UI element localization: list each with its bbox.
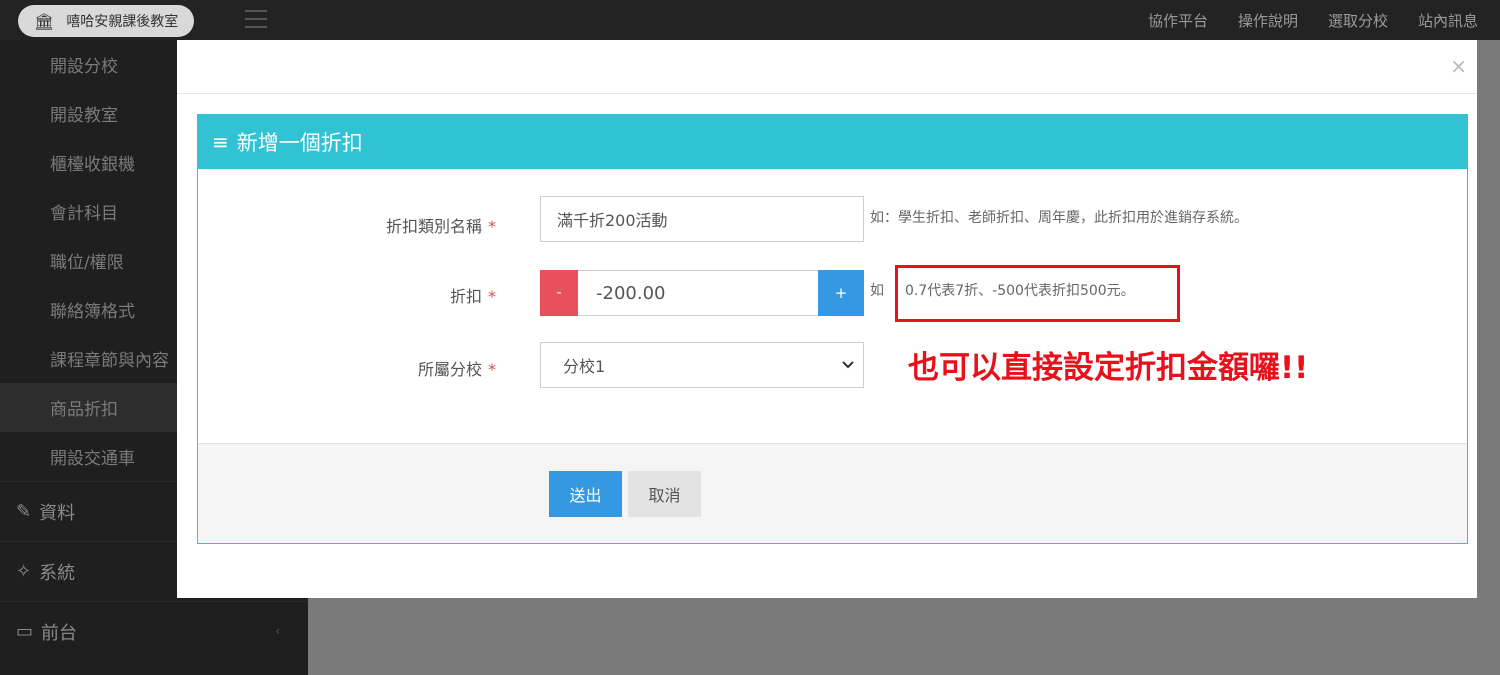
bank-icon: 🏛	[34, 11, 55, 31]
discount-name-help: 如：學生折扣、老師折扣、周年慶，此折扣用於進銷存系統。	[870, 210, 1248, 226]
discount-name-label: 折扣類別名稱 *	[385, 217, 496, 236]
branch-label: 所屬分校 *	[417, 360, 496, 379]
branch-selected-value: 分校1	[563, 357, 606, 376]
nav-help[interactable]: 操作說明	[1238, 10, 1298, 31]
annotation-text: 也可以直接設定折扣金額囉!!	[908, 350, 1309, 386]
nav-collab[interactable]: 協作平台	[1148, 10, 1208, 31]
sidebar-group-label: 前台	[41, 622, 78, 644]
monitor-icon: ▭	[16, 621, 34, 642]
list-icon: ≡	[212, 130, 229, 154]
nav-branch-select[interactable]: 選取分校	[1328, 10, 1388, 31]
discount-value-input[interactable]: -200.00	[578, 270, 818, 316]
brand-pill[interactable]: 🏛 嘻哈安親課後教室	[18, 5, 195, 37]
panel-footer: 送出 取消	[198, 443, 1467, 543]
handshake-icon: ✧	[16, 561, 32, 582]
chevron-left-icon: ‹	[275, 624, 280, 638]
chevron-down-icon	[842, 361, 854, 369]
discount-panel: ≡ 新增一個折扣 折扣類別名稱 * 滿千折200活動 如：學生折扣、老師折扣、周年…	[197, 114, 1468, 544]
top-nav: 協作平台 操作說明 選取分校 站內訊息	[1148, 0, 1500, 40]
panel-title: 新增一個折扣	[236, 131, 363, 155]
edit-icon: ✎	[16, 501, 32, 522]
close-icon[interactable]: ×	[1450, 54, 1467, 78]
panel-header: ≡ 新增一個折扣	[198, 115, 1467, 169]
branch-select[interactable]: 分校1	[540, 342, 864, 388]
sidebar-group-label: 資料	[39, 502, 76, 524]
submit-button[interactable]: 送出	[549, 471, 622, 517]
menu-toggle-icon[interactable]	[245, 10, 267, 28]
annotation-highlight-box	[895, 265, 1180, 322]
brand-name: 嘻哈安親課後教室	[66, 14, 179, 30]
sidebar-group-label: 系統	[39, 562, 76, 584]
discount-label: 折扣 *	[449, 287, 496, 306]
modal-header: ×	[177, 40, 1477, 94]
increment-button[interactable]: +	[818, 270, 864, 316]
top-bar: 🏛 嘻哈安親課後教室 協作平台 操作說明 選取分校 站內訊息	[0, 0, 1500, 40]
sidebar-group-frontdesk[interactable]: ▭ 前台 ‹	[0, 601, 308, 661]
discount-modal: × ≡ 新增一個折扣 折扣類別名稱 * 滿千折200活動 如：學生折扣、老師折扣、…	[177, 40, 1477, 598]
cancel-button[interactable]: 取消	[628, 471, 701, 517]
discount-name-input[interactable]: 滿千折200活動	[540, 196, 864, 242]
nav-messages[interactable]: 站內訊息	[1418, 10, 1478, 31]
discount-help-prefix: 如	[870, 283, 884, 299]
decrement-button[interactable]: -	[540, 270, 578, 316]
